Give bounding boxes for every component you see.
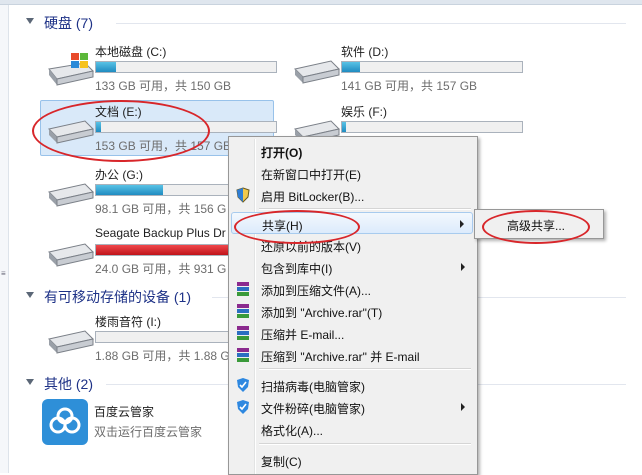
menu-item-virus-scan[interactable]: 扫描病毒(电脑管家)	[231, 374, 473, 396]
collapse-arrow-icon[interactable]	[26, 379, 34, 385]
drive-name: 娱乐 (F:)	[341, 105, 387, 119]
menu-item-label: 添加到压缩文件(A)...	[261, 284, 371, 298]
drive-space-info: 153 GB 可用，共 157 GB	[95, 139, 232, 153]
menu-item-label: 添加到 "Archive.rar"(T)	[261, 306, 383, 320]
submenu-arrow-icon	[461, 263, 465, 271]
winrar-icon	[237, 326, 249, 340]
drive-usage-bar	[95, 121, 277, 133]
menu-item-label: 格式化(A)...	[261, 424, 323, 438]
menu-separator	[259, 443, 471, 445]
navigation-pane-edge[interactable]: ≡	[0, 5, 9, 473]
shield-icon	[236, 187, 250, 203]
winrar-icon	[237, 304, 249, 318]
drive-usage-fill	[342, 62, 360, 72]
group-title: 硬盘 (7)	[44, 15, 93, 31]
menu-item-label: 共享(H)	[262, 219, 303, 233]
drive-usage-bar	[341, 61, 523, 73]
drive-usage-fill	[96, 62, 116, 72]
menu-item-label: 启用 BitLocker(B)...	[261, 190, 365, 204]
drive-name: Seagate Backup Plus Dr	[95, 226, 226, 240]
drive-space-info: 1.88 GB 可用，共 1.88 G	[95, 349, 230, 363]
drive-usage-bar	[341, 121, 523, 133]
menu-item-label: 包含到库中(I)	[261, 262, 333, 276]
drive-usage-bar	[95, 61, 277, 73]
drive-name: 楼雨音符 (I:)	[95, 315, 161, 329]
guard-icon	[237, 400, 249, 414]
menu-separator	[259, 368, 471, 370]
app-name[interactable]: 百度云管家	[94, 403, 154, 420]
drive-space-info: 141 GB 可用，共 157 GB	[341, 79, 478, 93]
splitter-grip-icon[interactable]: ≡	[1, 269, 7, 279]
menu-item-label: 压缩到 "Archive.rar" 并 E-mail	[261, 350, 420, 364]
drive-name: 软件 (D:)	[341, 45, 389, 59]
hard-drive-icon	[48, 243, 94, 267]
menu-item-restore-versions[interactable]: 还原以前的版本(V)	[231, 234, 473, 256]
drive-usage-fill	[96, 185, 163, 195]
drive-space-info: 133 GB 可用，共 150 GB	[95, 79, 232, 93]
app-description: 双击运行百度云管家	[94, 425, 203, 439]
hard-drive-icon	[48, 183, 94, 207]
group-title: 其他 (2)	[44, 376, 93, 392]
removable-drive-icon	[48, 330, 94, 354]
share-submenu: 高级共享...	[474, 209, 604, 239]
guard-icon	[237, 378, 249, 392]
menu-item-label: 在新窗口中打开(E)	[261, 168, 361, 182]
menu-item-label: 复制(C)	[261, 455, 302, 469]
menu-item-open-new-window[interactable]: 在新窗口中打开(E)	[231, 162, 473, 184]
drive-d[interactable]: 软件 (D:) 141 GB 可用，共 157 GB	[286, 40, 523, 96]
collapse-arrow-icon[interactable]	[26, 18, 34, 24]
menu-separator	[259, 208, 471, 210]
menu-item-open[interactable]: 打开(O)	[231, 140, 473, 162]
submenu-arrow-icon	[461, 403, 465, 411]
menu-item-add-archive-rar[interactable]: 添加到 "Archive.rar"(T)	[231, 300, 473, 322]
menu-item-label: 打开(O)	[261, 146, 303, 160]
group-title: 有可移动存储的设备 (1)	[44, 289, 191, 305]
menu-item-file-shred[interactable]: 文件粉碎(电脑管家)	[231, 396, 473, 418]
drive-usage-fill	[342, 122, 346, 132]
windows-drive-icon	[48, 53, 94, 86]
drive-name: 文档 (E:)	[95, 105, 142, 119]
menu-item-share[interactable]: 共享(H)	[231, 212, 473, 234]
menu-item-bitlocker[interactable]: 启用 BitLocker(B)...	[231, 184, 473, 206]
menu-item-copy[interactable]: 复制(C)	[231, 449, 473, 471]
drive-space-info: 24.0 GB 可用，共 931 G	[95, 262, 227, 276]
submenu-arrow-icon	[460, 220, 464, 228]
baidu-cloud-icon[interactable]	[42, 399, 88, 445]
winrar-icon	[237, 348, 249, 362]
menu-item-add-archive[interactable]: 添加到压缩文件(A)...	[231, 278, 473, 300]
menu-item-label: 扫描病毒(电脑管家)	[261, 380, 365, 394]
window-top-bar	[0, 0, 642, 5]
collapse-arrow-icon[interactable]	[26, 292, 34, 298]
menu-item-include-library[interactable]: 包含到库中(I)	[231, 256, 473, 278]
drive-name: 本地磁盘 (C:)	[95, 45, 167, 59]
drive-space-info: 98.1 GB 可用，共 156 G	[95, 202, 227, 216]
drive-name: 办公 (G:)	[95, 168, 143, 182]
drive-c[interactable]: 本地磁盘 (C:) 133 GB 可用，共 150 GB	[40, 40, 277, 96]
menu-item-format[interactable]: 格式化(A)...	[231, 418, 473, 440]
menu-item-label: 文件粉碎(电脑管家)	[261, 402, 365, 416]
group-header-hdd[interactable]: 硬盘 (7)	[26, 13, 626, 33]
menu-item-label: 还原以前的版本(V)	[261, 240, 361, 254]
menu-item-compress-rar-email[interactable]: 压缩到 "Archive.rar" 并 E-mail	[231, 344, 473, 366]
menu-item-label: 压缩并 E-mail...	[261, 328, 345, 342]
drive-usage-fill	[96, 122, 102, 132]
menu-item-compress-email[interactable]: 压缩并 E-mail...	[231, 322, 473, 344]
menu-item-advanced-sharing[interactable]: 高级共享...	[507, 217, 565, 234]
hard-drive-icon	[48, 120, 94, 144]
hard-drive-icon	[294, 60, 340, 84]
context-menu: 打开(O) 在新窗口中打开(E) 启用 BitLocker(B)... 共享(H…	[228, 136, 478, 475]
winrar-icon	[237, 282, 249, 296]
group-divider	[116, 23, 626, 24]
